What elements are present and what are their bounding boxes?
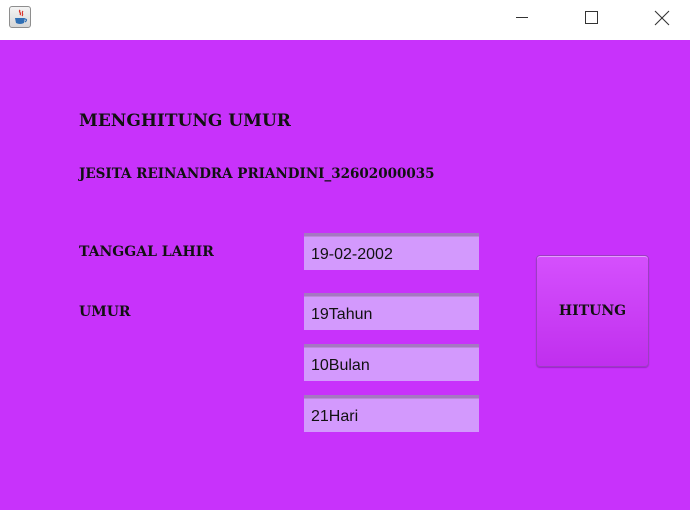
- calculate-button[interactable]: HITUNG: [536, 255, 649, 367]
- age-years-field[interactable]: [304, 293, 479, 330]
- window-title-bar: [0, 0, 690, 40]
- birthdate-label: TANGGAL LAHIR: [79, 244, 214, 260]
- age-months-field[interactable]: [304, 344, 479, 381]
- close-icon: [654, 10, 670, 26]
- page-title: MENGHITUNG UMUR: [79, 111, 291, 131]
- close-button[interactable]: [638, 0, 684, 34]
- form-panel: MENGHITUNG UMUR JESITA REINANDRA PRIANDI…: [0, 40, 690, 510]
- maximize-button[interactable]: [568, 0, 614, 34]
- age-days-field[interactable]: [304, 395, 479, 432]
- minimize-icon: [516, 17, 528, 18]
- birthdate-field[interactable]: [304, 233, 479, 270]
- java-cup-icon: [9, 6, 31, 28]
- student-name-label: JESITA REINANDRA PRIANDINI_32602000035: [79, 166, 435, 182]
- minimize-button[interactable]: [499, 0, 545, 34]
- maximize-icon: [585, 11, 598, 24]
- age-label: UMUR: [79, 304, 131, 320]
